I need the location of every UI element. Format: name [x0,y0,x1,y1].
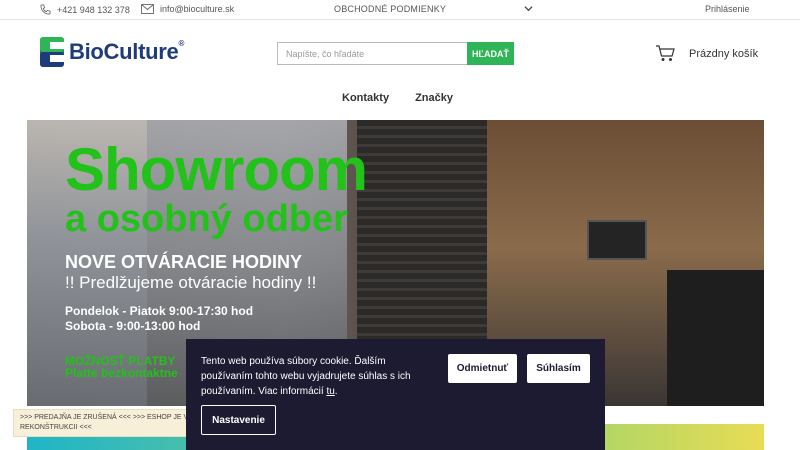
trays-image [667,270,764,406]
site-logo[interactable]: BioCulture® [40,37,184,67]
terms-link[interactable]: OBCHODNÉ PODMIENKY [334,4,446,14]
hero-hours-saturday: Sobota - 9:00-13:00 hod [65,319,201,333]
cookie-info-link[interactable]: tu [326,386,334,397]
top-bar: +421 948 132 378 info@bioculture.sk OBCH… [0,0,800,20]
search-input[interactable] [277,42,467,65]
search-bar: HĽADAŤ [277,42,514,65]
envelope-icon [141,4,154,14]
cookie-banner: Tento web používa súbory cookie. Ďalším … [186,339,605,450]
search-button[interactable]: HĽADAŤ [467,42,514,65]
nav-item-brands[interactable]: Značky [415,92,453,104]
hero-subheading: a osobný odber [65,198,348,240]
phone-icon [40,4,51,15]
cookie-accept-button[interactable]: Súhlasím [527,354,590,383]
notice-ticker: >>> PREDAJŇA JE ZRUŠENÁ <<< >>> ESHOP JE… [13,409,208,437]
login-link[interactable]: Prihlásenie [705,4,750,14]
cookie-text: Tento web používa súbory cookie. Ďalším … [201,356,411,397]
cookie-settings-button[interactable]: Nastavenie [201,405,276,435]
cart[interactable]: Prázdny košík [655,45,758,62]
hero-heading: Showroom [65,136,368,203]
bioculture-logo-icon [40,37,64,67]
hero-payment-note: Platte bezkontaktne [65,366,178,380]
main-nav: Kontakty Značky [342,92,453,104]
email-contact[interactable]: info@bioculture.sk [141,4,234,14]
logo-text: BioCulture® [69,39,185,64]
nav-item-contacts[interactable]: Kontakty [342,92,389,104]
email-address: info@bioculture.sk [160,4,235,14]
shopping-cart-icon [656,45,675,61]
cart-label: Prázdny košík [689,47,759,60]
hero-hours-title: NOVE OTVÁRACIE HODINY [65,252,303,272]
phone-contact[interactable]: +421 948 132 378 [40,4,130,15]
monitor-image [587,220,647,260]
hero-hours-note: !! Predlžujeme otváracie hodiny !! [65,273,317,292]
chevron-down-icon[interactable] [524,4,533,13]
phone-number: +421 948 132 378 [57,4,130,15]
hero-hours-weekdays: Pondelok - Piatok 9:00-17:30 hod [65,304,254,318]
cookie-reject-button[interactable]: Odmietnuť [448,354,517,383]
